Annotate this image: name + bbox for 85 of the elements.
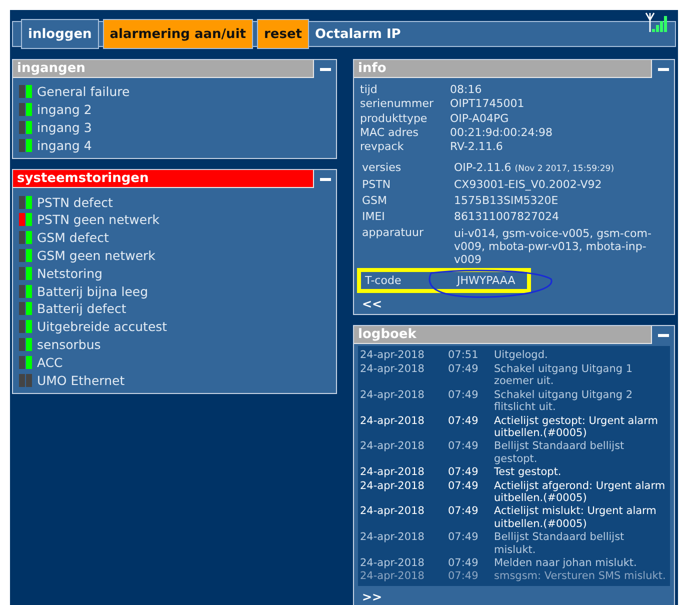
status-label: GSM geen netwerk bbox=[37, 248, 156, 263]
log-date: 24-apr-2018 bbox=[360, 556, 426, 570]
log-time: 07:49 bbox=[448, 531, 480, 546]
log-date: 24-apr-2018 bbox=[360, 570, 426, 583]
minus-icon bbox=[320, 178, 330, 181]
status-label: PSTN geen netwerk bbox=[37, 212, 160, 228]
status-label: Netstoring bbox=[37, 266, 102, 281]
log-date: 24-apr-2018 bbox=[360, 531, 426, 546]
status-label: PSTN defect bbox=[37, 194, 113, 210]
log-message: Actielijst afgerond: Urgent alarm uitbellen.(#0005) bbox=[494, 480, 666, 504]
more-link[interactable]: >> bbox=[354, 588, 390, 605]
log-message: Uitgelogd. bbox=[494, 349, 549, 362]
log-date: 24-apr-2018 bbox=[360, 388, 426, 403]
panel-title: systeemstoringen bbox=[13, 170, 314, 188]
status-label: General failure bbox=[37, 84, 130, 100]
info-value: OIPT1745001 bbox=[450, 97, 526, 112]
log-message: smsgsm: Versturen SMS mislukt. bbox=[494, 570, 667, 583]
status-label: ingang 2 bbox=[37, 102, 92, 118]
log-time: 07:49 bbox=[448, 505, 480, 520]
info-value: OIP-2.11.6 bbox=[454, 161, 512, 174]
status-label: ingang 4 bbox=[37, 138, 92, 153]
status-label: Uitgebreide accutest bbox=[37, 319, 168, 334]
info-label: serienummer bbox=[360, 97, 435, 112]
minus-icon bbox=[658, 68, 668, 70]
minus-icon bbox=[320, 68, 330, 70]
back-link[interactable]: << bbox=[354, 295, 390, 314]
app-title: Octalarm IP bbox=[314, 26, 401, 42]
log-date: 24-apr-2018 bbox=[360, 505, 426, 520]
info-label: PSTN bbox=[362, 177, 392, 194]
log-time: 07:49 bbox=[448, 440, 480, 454]
info-label: versies bbox=[362, 160, 402, 176]
log-time: 07:49 bbox=[448, 414, 480, 429]
panel-title: logboek bbox=[354, 326, 652, 344]
minus-icon bbox=[658, 334, 668, 337]
log-date: 24-apr-2018 bbox=[360, 414, 426, 429]
toolbar-button[interactable]: inloggen bbox=[21, 19, 99, 49]
log-time: 07:49 bbox=[448, 388, 480, 403]
status-label: Batterij defect bbox=[37, 301, 126, 316]
info-label: T-code bbox=[365, 274, 402, 288]
log-message: Actielijst mislukt: Urgent alarm uitbellen.(#0005) bbox=[494, 505, 658, 530]
info-label: produkttype bbox=[360, 112, 428, 126]
panel-title: info bbox=[354, 60, 652, 78]
log-date: 24-apr-2018 bbox=[360, 362, 426, 377]
log-time: 07:49 bbox=[448, 480, 480, 494]
info-value: 08:16 bbox=[450, 83, 483, 98]
status-label: UMO Ethernet bbox=[37, 372, 125, 388]
log-date: 24-apr-2018 bbox=[360, 480, 426, 494]
log-time: 07:51 bbox=[448, 349, 480, 362]
build-date: (Nov 2 2017, 15:59:29) bbox=[514, 164, 614, 174]
status-label: ingang 3 bbox=[37, 120, 92, 135]
status-label: Batterij bijna leeg bbox=[37, 284, 148, 299]
log-date: 24-apr-2018 bbox=[360, 466, 426, 479]
log-message: Melden naar johan mislukt. bbox=[494, 556, 638, 570]
log-message: Actielijst gestopt: Urgent alarm uitbellen.(#0005) bbox=[494, 414, 659, 440]
info-label: GSM bbox=[362, 193, 388, 210]
toolbar-button[interactable]: reset bbox=[256, 19, 309, 49]
log-time: 07:49 bbox=[448, 556, 480, 570]
info-label: MAC adres bbox=[360, 126, 420, 140]
info-value: 1575B13SIM5320E bbox=[454, 194, 558, 208]
info-label: revpack bbox=[360, 140, 405, 154]
info-label: IMEI bbox=[362, 209, 386, 226]
info-value: 861311007827024 bbox=[454, 210, 559, 224]
log-message: Bellijst Standaard bellijst gestopt. bbox=[494, 440, 626, 466]
info-value: JHWYPAAA bbox=[457, 274, 516, 288]
status-label: ACC bbox=[37, 354, 63, 370]
info-value: ui-v014, gsm-voice-v005, gsm-com-v009, mbota-pwr-v013, mbota-inp-v009 bbox=[454, 226, 652, 266]
log-date: 24-apr-2018 bbox=[360, 349, 426, 362]
info-value: CX93001-EIS_V0.2002-V92 bbox=[454, 178, 602, 192]
info-value: 00:21:9d:00:24:98 bbox=[450, 126, 554, 140]
status-label: sensorbus bbox=[37, 336, 101, 352]
log-time: 07:49 bbox=[448, 466, 480, 479]
info-label: tijd bbox=[360, 83, 378, 98]
log-message: Schakel uitgang Uitgang 1 zoemer uit. bbox=[494, 362, 634, 388]
log-time: 07:49 bbox=[448, 362, 480, 377]
log-time: 07:49 bbox=[448, 570, 480, 583]
info-label: apparatuur bbox=[362, 225, 424, 242]
log-message: Bellijst Standaard bellijst mislukt. bbox=[494, 531, 626, 556]
status-label: GSM defect bbox=[37, 230, 109, 246]
log-message: Schakel uitgang Uitgang 2 flitslicht uit. bbox=[494, 388, 634, 414]
info-value: RV-2.11.6 bbox=[450, 140, 504, 154]
log-message: Test gestopt. bbox=[494, 466, 562, 479]
info-value: OIP-A04PG bbox=[450, 112, 510, 126]
panel-title: ingangen bbox=[13, 60, 314, 78]
log-date: 24-apr-2018 bbox=[360, 440, 426, 454]
toolbar-button[interactable]: alarmering aan/uit bbox=[102, 19, 253, 49]
